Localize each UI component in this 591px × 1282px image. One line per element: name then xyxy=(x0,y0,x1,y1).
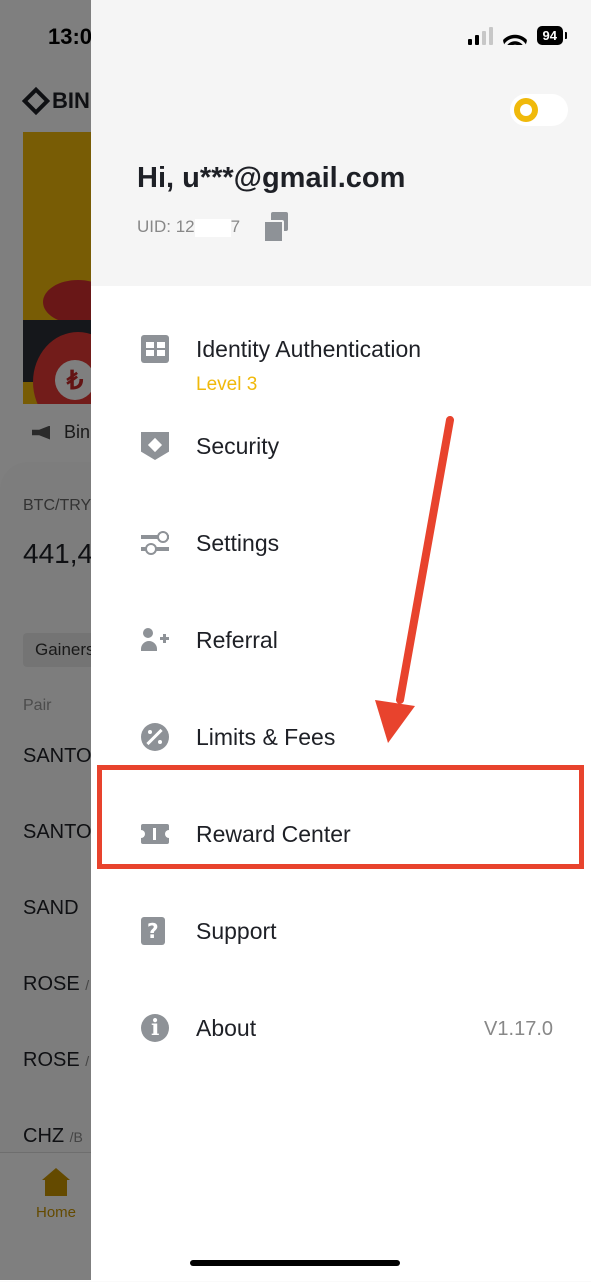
home-indicator xyxy=(190,1260,400,1266)
pointer-arrow xyxy=(375,416,454,743)
